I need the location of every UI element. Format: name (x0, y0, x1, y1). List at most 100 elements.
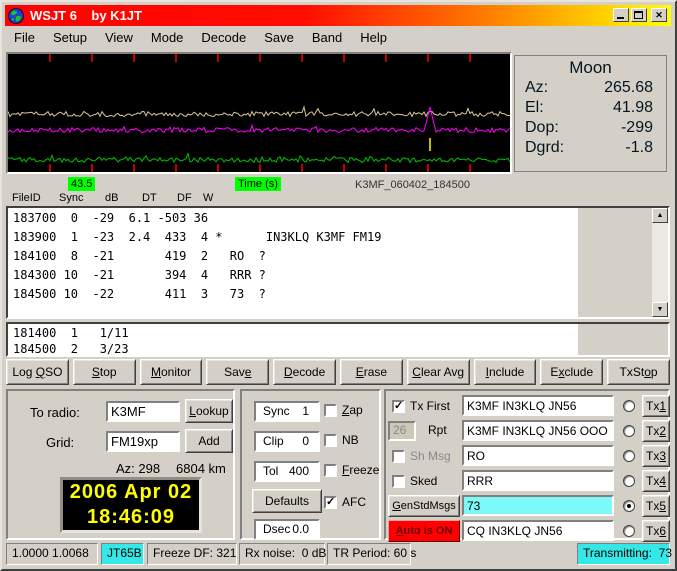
clear-avg-button[interactable]: Clear Avg (406, 359, 470, 385)
tx5-radio[interactable] (623, 500, 635, 512)
azimuth-value: Az: 298 (116, 461, 161, 476)
app-globe-icon (8, 7, 24, 24)
wsjt-window: WSJT 6 by K1JT ✕ File Setup View Mode De… (0, 0, 677, 571)
defaults-button[interactable]: Defaults (252, 489, 322, 513)
minimize-button[interactable] (613, 8, 629, 22)
tx6-radio[interactable] (623, 525, 635, 537)
tx3-radio[interactable] (623, 450, 635, 462)
tx6-button[interactable]: Tx6 (642, 520, 670, 542)
moon-azimuth: Az: 265.68 (525, 79, 653, 96)
scroll-up-icon[interactable]: ▲ (652, 208, 668, 223)
plot-axis-label: Time (s) (235, 177, 281, 191)
tx-row-2: 26 Rpt Tx2 (386, 420, 670, 442)
transmitting-panel: Transmitting: 73 (577, 543, 672, 565)
to-radio-input[interactable] (106, 401, 180, 422)
menu-help[interactable]: Help (351, 28, 396, 48)
zap-checkbox[interactable]: Zap (324, 403, 363, 417)
status-bar: 1.0000 1.0068 JT65B Freeze DF: 321 Rx no… (6, 543, 672, 566)
window-title: WSJT 6 by K1JT (30, 8, 142, 23)
mode-badge: JT65B (101, 543, 144, 565)
tx5-message-input[interactable] (462, 495, 614, 516)
scroll-down-icon[interactable]: ▼ (652, 302, 668, 317)
moon-degradation: Dgrd: -1.8 (525, 139, 653, 156)
menu-decode[interactable]: Decode (192, 28, 255, 48)
maximize-button[interactable] (631, 8, 647, 22)
nb-checkbox[interactable]: NB (324, 433, 359, 447)
spectrum-display[interactable] (6, 52, 512, 174)
add-button[interactable]: Add (185, 429, 233, 453)
header-w: W (203, 192, 214, 204)
plot-value-label: 43.5 (68, 177, 96, 191)
stop-button[interactable]: Stop (72, 359, 136, 385)
action-button-row: Log QSO Stop Monitor Save Decode Erase C… (6, 359, 670, 385)
station-group: To radio: Lookup Grid: Add Az: 298 6804 … (6, 389, 235, 540)
menu-view[interactable]: View (96, 28, 142, 48)
tx1-button[interactable]: Tx1 (642, 395, 670, 417)
utc-clock: 2006 Apr 02 18:46:09 (60, 477, 202, 533)
txstop-button[interactable]: TxStop (607, 359, 670, 385)
log-qso-button[interactable]: Log QSO (6, 359, 69, 385)
include-button[interactable]: Include (473, 359, 537, 385)
gen-std-msgs-button[interactable]: GenStdMsgs (388, 495, 460, 517)
tx-row-4: Sked Tx4 (386, 470, 670, 492)
tx1-message-input[interactable] (462, 395, 614, 416)
wav-file-label: K3MF_060402_184500 (355, 179, 470, 191)
afc-checkbox[interactable]: AFC (324, 495, 366, 509)
lookup-button[interactable]: Lookup (185, 399, 233, 423)
tx5-button[interactable]: Tx5 (642, 495, 670, 517)
decoded-text-area[interactable]: 183700 0 -29 6.1 -503 36 183900 1 -23 2.… (6, 206, 670, 319)
average-text[interactable]: 181400 1 1/11 184500 2 3/23 (13, 325, 129, 357)
grid-input[interactable] (106, 431, 180, 452)
monitor-button[interactable]: Monitor (139, 359, 203, 385)
title-bar[interactable]: WSJT 6 by K1JT ✕ (5, 5, 671, 26)
average-text-area[interactable]: 181400 1 1/11 184500 2 3/23 (6, 322, 670, 357)
tx2-button[interactable]: Tx2 (642, 420, 670, 442)
save-button[interactable]: Save (206, 359, 270, 385)
tx4-button[interactable]: Tx4 (642, 470, 670, 492)
grid-label: Grid: (46, 435, 75, 450)
tx-row-3: Sh Msg Tx3 (386, 445, 670, 467)
tx3-message-input[interactable] (462, 445, 614, 466)
sked-checkbox[interactable]: Sked (392, 474, 437, 488)
tx-row-6: Auto is ON Tx6 (386, 520, 670, 542)
decode-column-headers: FileID Sync dB DT DF W (6, 192, 506, 206)
menu-mode[interactable]: Mode (142, 28, 193, 48)
tx3-button[interactable]: Tx3 (642, 445, 670, 467)
tx1-radio[interactable] (623, 400, 635, 412)
decode-button[interactable]: Decode (273, 359, 336, 385)
exclude-button[interactable]: Exclude (540, 359, 604, 385)
tx6-message-input[interactable] (462, 520, 614, 541)
header-sync: Sync (59, 192, 84, 204)
close-button[interactable]: ✕ (651, 8, 667, 22)
menu-band[interactable]: Band (303, 28, 351, 48)
parameters-group: Sync 1 Clip 0 Tol 400 Defaults Dsec 0.0 Zap … (240, 389, 381, 540)
tol-spinner[interactable]: Tol 400 (254, 461, 320, 482)
tx-first-checkbox[interactable]: Tx First (392, 399, 450, 413)
header-fileid: FileID (12, 192, 41, 204)
dsec-spinner[interactable]: Dsec 0.0 (254, 519, 320, 540)
rpt-value-field: 26 (388, 421, 416, 441)
sync-spinner[interactable]: Sync 1 (254, 401, 320, 422)
rx-noise-panel: Rx noise: 0 dB (239, 543, 326, 565)
auto-on-button[interactable]: Auto is ON (388, 520, 460, 542)
menu-file[interactable]: File (5, 28, 44, 48)
clip-spinner[interactable]: Clip 0 (254, 431, 320, 452)
tr-period-panel: TR Period: 60 s (327, 543, 416, 565)
tx2-message-input[interactable] (462, 420, 614, 441)
clock-date: 2006 Apr 02 (69, 481, 193, 503)
clock-time: 18:46:09 (86, 506, 176, 528)
menu-setup[interactable]: Setup (44, 28, 96, 48)
distance-value: 6804 km (176, 461, 226, 476)
header-dt: DT (142, 192, 157, 204)
freeze-df-panel: Freeze DF: 321 (147, 543, 237, 565)
freeze-checkbox[interactable]: Freeze (324, 463, 379, 477)
tx2-radio[interactable] (623, 425, 635, 437)
erase-button[interactable]: Erase (339, 359, 403, 385)
sh-msg-checkbox: Sh Msg (392, 449, 451, 463)
decode-scrollbar[interactable]: ▲ ▼ (652, 208, 668, 317)
tx4-radio[interactable] (623, 475, 635, 487)
menu-save[interactable]: Save (255, 28, 303, 48)
tx4-message-input[interactable] (462, 470, 614, 491)
decoded-text[interactable]: 183700 0 -29 6.1 -503 36 183900 1 -23 2.… (13, 209, 381, 304)
moon-doppler: Dop: -299 (525, 119, 653, 136)
